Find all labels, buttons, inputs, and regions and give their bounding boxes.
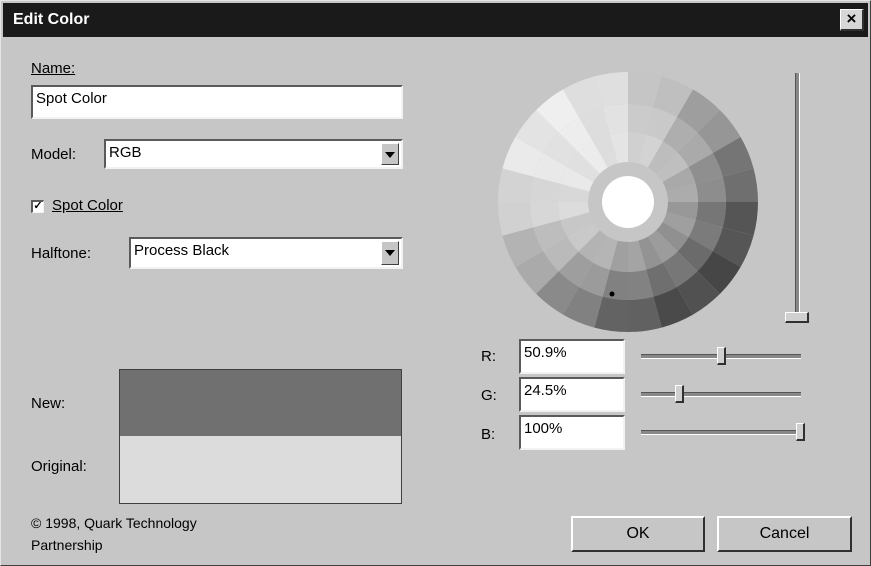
copyright-line-1: © 1998, Quark Technology (31, 515, 197, 531)
halftone-label: Halftone: (31, 245, 92, 262)
title-bar: Edit Color × (3, 3, 868, 37)
model-label: Model: (31, 146, 77, 163)
spot-color-checkbox[interactable]: ✓ (31, 200, 44, 213)
new-color-swatch (120, 370, 401, 436)
name-label: Name: (31, 60, 76, 77)
cancel-button[interactable]: Cancel (717, 516, 852, 552)
color-preview-swatch (119, 369, 402, 504)
new-color-label: New: (31, 395, 66, 412)
b-input[interactable]: 100% (519, 415, 625, 450)
edit-color-dialog: Edit Color × Name: Spot Color Model: RGB… (0, 0, 871, 566)
chevron-down-icon[interactable] (381, 143, 399, 165)
g-input[interactable]: 24.5% (519, 377, 625, 412)
name-input[interactable]: Spot Color (31, 85, 403, 119)
ok-button[interactable]: OK (571, 516, 705, 552)
original-color-label: Original: (31, 458, 87, 475)
g-slider-thumb[interactable] (675, 385, 685, 403)
halftone-value: Process Black (134, 242, 230, 259)
b-label: B: (481, 426, 496, 443)
close-icon: × (846, 9, 857, 28)
chevron-down-icon[interactable] (381, 241, 399, 265)
color-wheel-center[interactable] (602, 176, 654, 228)
r-input[interactable]: 50.9% (519, 339, 625, 374)
model-value: RGB (109, 144, 142, 161)
halftone-dropdown[interactable]: Process Black (129, 237, 403, 269)
g-label: G: (481, 387, 497, 404)
color-wheel-marker (609, 291, 615, 297)
spot-color-label: Spot Color (52, 197, 123, 214)
close-button[interactable]: × (840, 9, 864, 31)
b-slider-track[interactable] (641, 430, 801, 435)
copyright-line-2: Partnership (31, 537, 103, 553)
color-wheel[interactable] (495, 69, 761, 335)
brightness-slider-thumb[interactable] (785, 312, 809, 323)
r-slider-thumb[interactable] (717, 347, 727, 365)
brightness-slider-track[interactable] (795, 73, 800, 318)
check-icon: ✓ (33, 200, 43, 212)
dialog-title: Edit Color (13, 11, 90, 28)
g-slider-track[interactable] (641, 392, 801, 397)
r-label: R: (481, 348, 496, 365)
original-color-swatch (120, 436, 401, 503)
model-dropdown[interactable]: RGB (104, 139, 403, 169)
b-slider-thumb[interactable] (796, 423, 805, 441)
